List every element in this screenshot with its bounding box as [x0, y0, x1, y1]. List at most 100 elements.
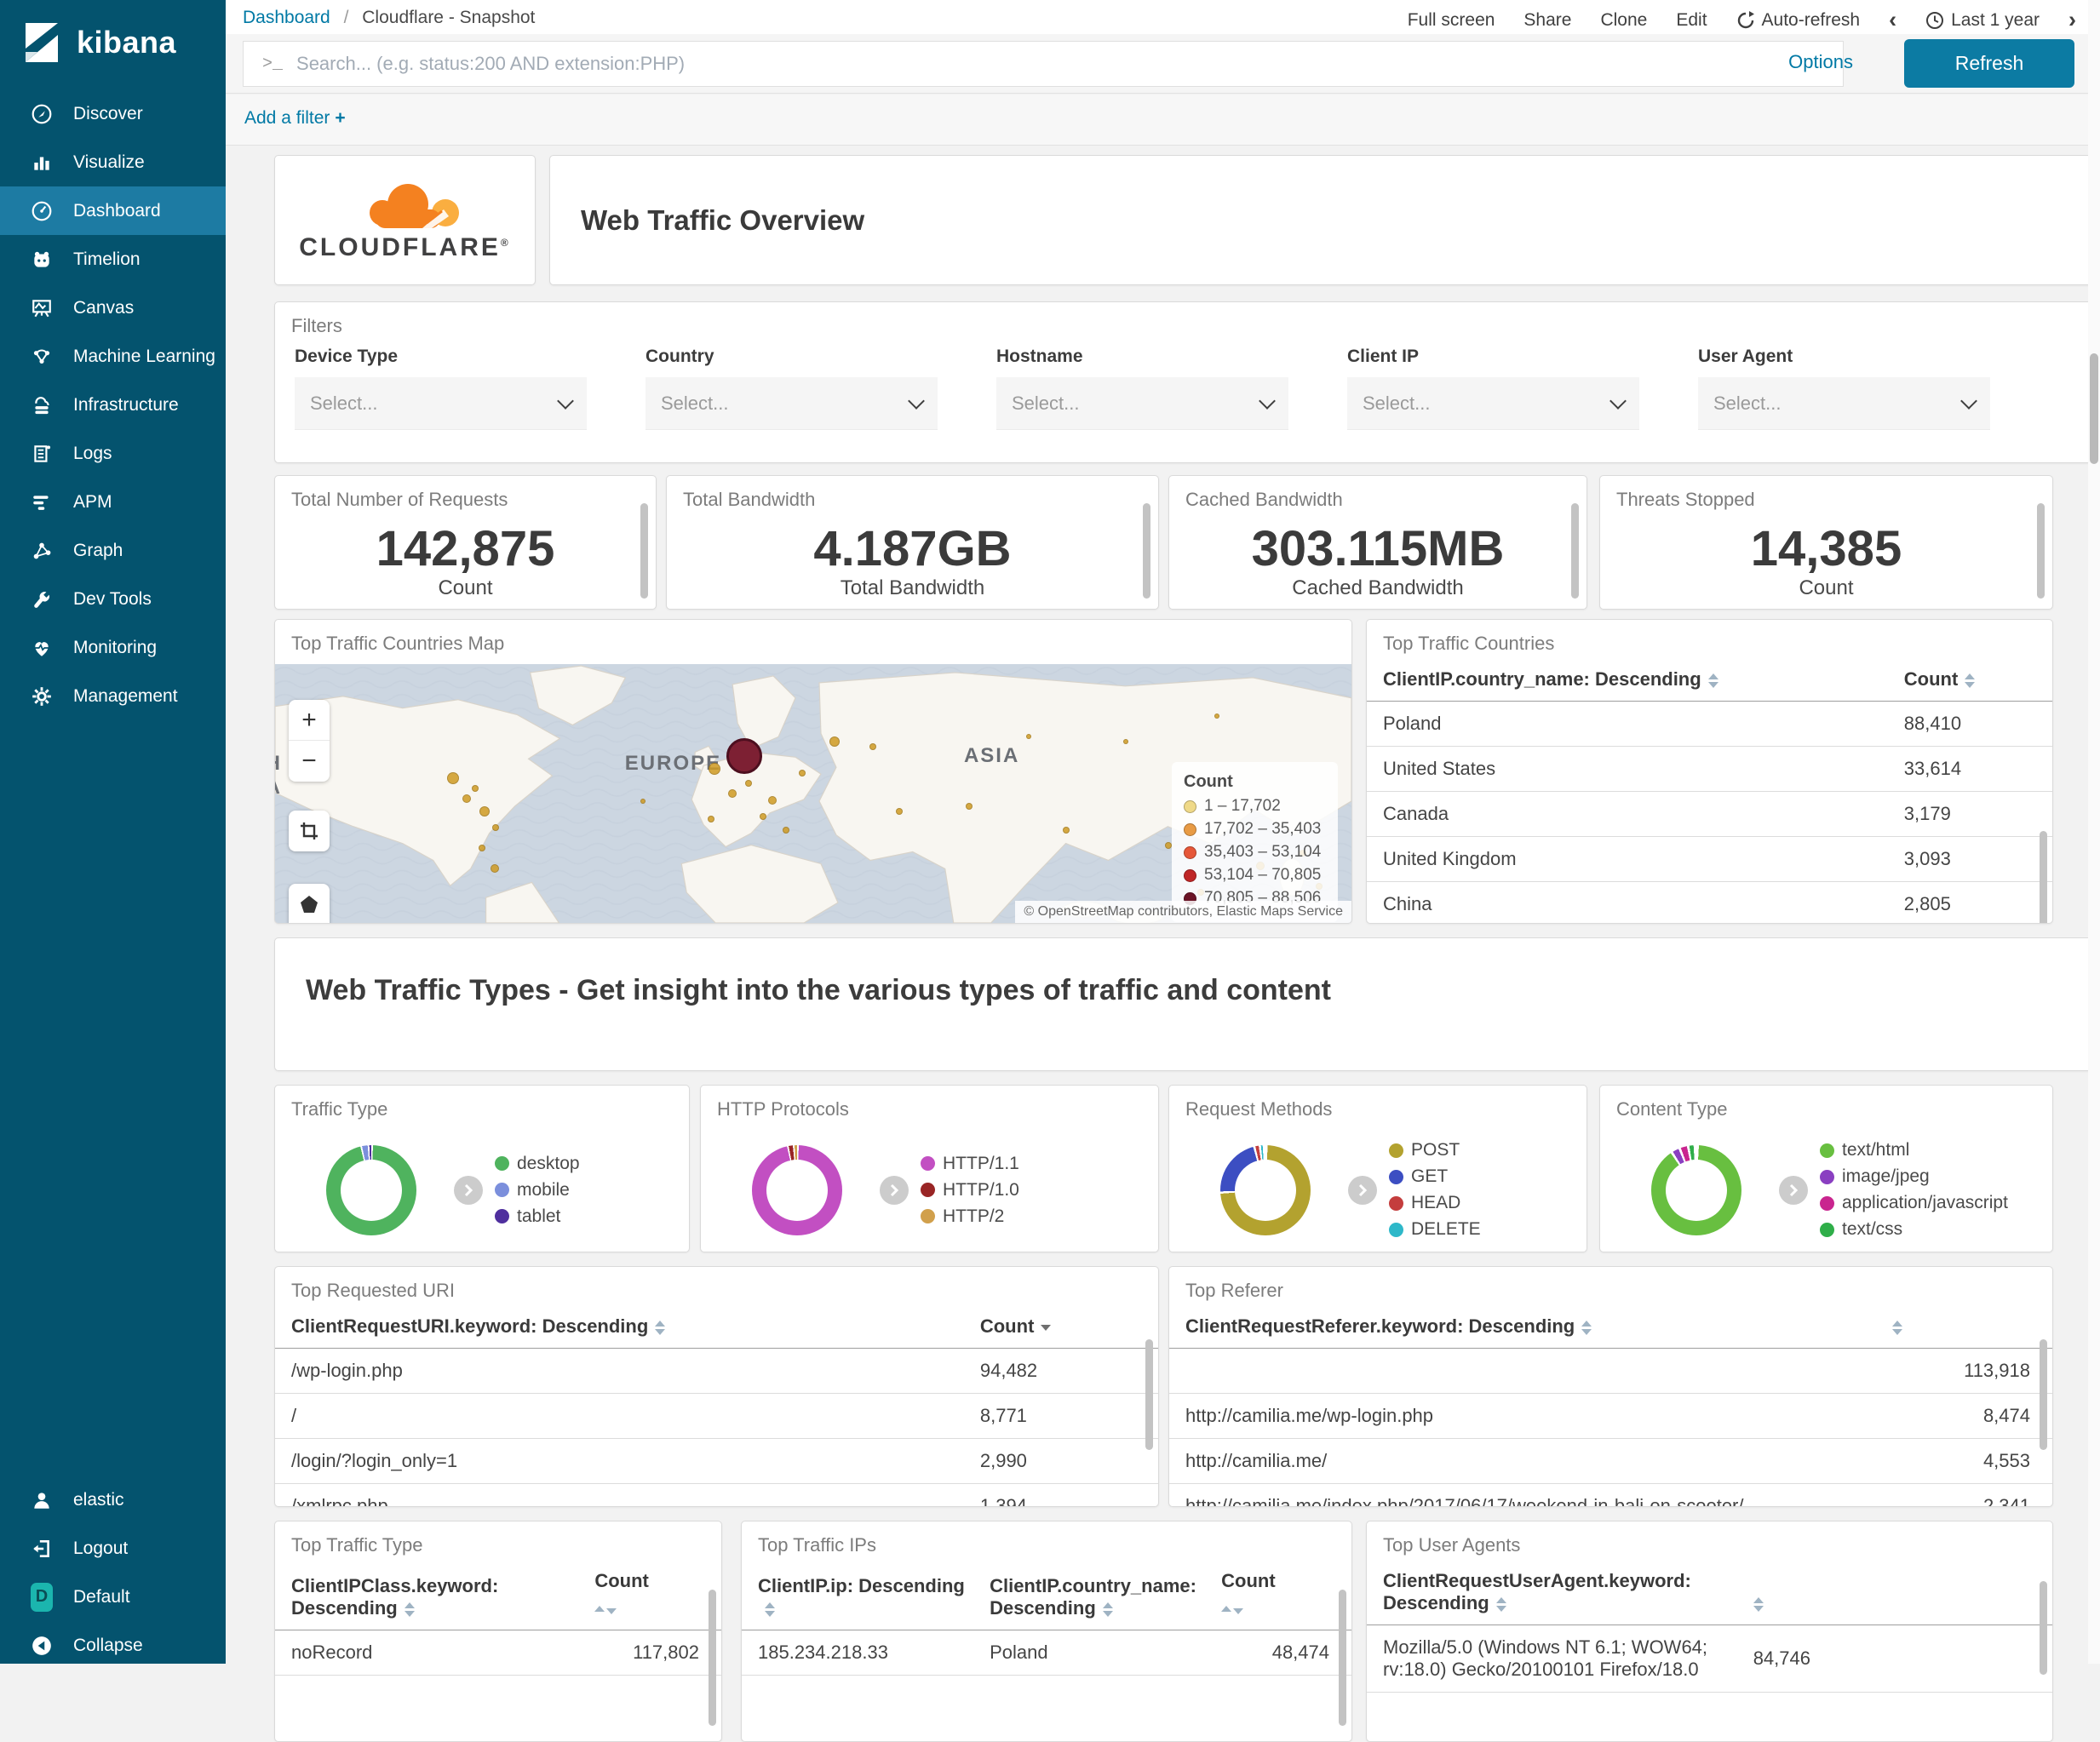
column-header-class[interactable]: ClientIPClass.keyword: Descending — [275, 1561, 579, 1630]
auto-refresh-button[interactable]: Auto-refresh — [1736, 10, 1860, 31]
content-type-donut-panel: Content Type text/html image/jpeg applicat… — [1599, 1085, 2053, 1252]
sidebar-item-discover[interactable]: Discover — [0, 89, 226, 138]
edit-button[interactable]: Edit — [1676, 10, 1707, 31]
kibana-logo[interactable]: kibana — [0, 0, 226, 85]
panel-title: Top Traffic Type — [291, 1534, 423, 1556]
legend-item[interactable]: HTTP/1.0 — [921, 1180, 1019, 1200]
map-main-circle[interactable] — [726, 737, 763, 774]
sidebar-footer-elastic[interactable]: elastic — [0, 1476, 226, 1524]
column-header-count[interactable]: Count — [1887, 660, 2052, 702]
map-fit-bounds-button[interactable] — [289, 811, 330, 851]
filter-select-user-agent[interactable]: Select... — [1698, 377, 1990, 430]
sidebar-item-dashboard[interactable]: Dashboard — [0, 186, 226, 235]
legend-item[interactable]: application/javascript — [1820, 1193, 2008, 1213]
panel-scrollbar[interactable] — [2040, 1339, 2047, 1450]
sidebar-item-dev-tools[interactable]: Dev Tools — [0, 575, 226, 623]
column-header-country[interactable]: ClientIP.country_name: Descending — [973, 1561, 1206, 1630]
sidebar-footer-default[interactable]: D Default — [0, 1573, 226, 1621]
legend-color-dot — [495, 1209, 509, 1223]
sidebar-item-graph[interactable]: Graph — [0, 526, 226, 575]
filter-select-country[interactable]: Select... — [645, 377, 938, 430]
legend-item[interactable]: image/jpeg — [1820, 1166, 2008, 1187]
legend-expand-icon[interactable] — [1779, 1175, 1808, 1205]
clone-button[interactable]: Clone — [1600, 10, 1647, 31]
world-map[interactable]: NORTH AMERICA EUROPE ASIA + − — [275, 664, 1351, 923]
panel-scrollbar[interactable] — [640, 503, 648, 599]
add-filter-link[interactable]: Add a filter + — [244, 108, 346, 129]
legend-item[interactable]: HTTP/2 — [921, 1206, 1019, 1227]
draw-polygon-button[interactable] — [289, 884, 330, 923]
column-header-referer[interactable]: ClientRequestReferer.keyword: Descending — [1169, 1307, 1876, 1349]
legend-item[interactable]: HTTP/1.1 — [921, 1154, 1019, 1174]
top-user-agents-panel: Top User Agents ClientRequestUserAgent.k… — [1366, 1521, 2053, 1742]
column-header-count[interactable] — [1736, 1561, 2052, 1625]
sidebar-item-management[interactable]: Management — [0, 672, 226, 720]
machine-learning-icon — [31, 346, 53, 368]
metric-value: 14,385 — [1750, 521, 1902, 576]
column-header-country[interactable]: ClientIP.country_name: Descending — [1367, 660, 1888, 702]
sidebar-item-apm[interactable]: APM — [0, 478, 226, 526]
legend-item[interactable]: tablet — [495, 1206, 580, 1227]
column-header-uri[interactable]: ClientRequestURI.keyword: Descending — [275, 1307, 964, 1349]
content-type-donut-chart[interactable] — [1651, 1144, 1741, 1235]
legend-item[interactable]: text/html — [1820, 1140, 2008, 1160]
time-forward-button[interactable]: › — [2068, 7, 2076, 33]
panel-scrollbar[interactable] — [1339, 1590, 1346, 1726]
traffic-type-donut-chart[interactable] — [326, 1144, 416, 1235]
page-scrollbar-thumb[interactable] — [2090, 353, 2098, 464]
map-zoom-out-button[interactable]: − — [289, 741, 330, 782]
column-header-count[interactable]: Count — [1205, 1561, 1351, 1630]
legend-item[interactable]: HEAD — [1389, 1193, 1481, 1213]
legend-expand-icon[interactable] — [454, 1175, 483, 1205]
panel-scrollbar[interactable] — [1145, 1339, 1153, 1450]
legend-item[interactable]: POST — [1389, 1140, 1481, 1160]
filter-select-device-type[interactable]: Select... — [295, 377, 587, 430]
column-header-count[interactable]: Count — [578, 1561, 721, 1630]
sidebar-footer-collapse[interactable]: Collapse — [0, 1621, 226, 1670]
overview-title-panel: Web Traffic Overview — [549, 155, 2100, 285]
map-label-asia: ASIA — [963, 744, 1020, 768]
breadcrumb-dashboard-link[interactable]: Dashboard — [243, 8, 330, 27]
sidebar-item-infrastructure[interactable]: Infrastructure — [0, 381, 226, 429]
sidebar-item-logs[interactable]: Logs — [0, 429, 226, 478]
sidebar-item-visualize[interactable]: Visualize — [0, 138, 226, 186]
panel-scrollbar[interactable] — [1143, 503, 1150, 599]
column-header-count[interactable]: Count — [963, 1307, 1158, 1349]
legend-color-dot — [921, 1156, 935, 1171]
column-header-user-agent[interactable]: ClientRequestUserAgent.keyword: Descendi… — [1367, 1561, 1737, 1625]
panel-scrollbar[interactable] — [1571, 503, 1579, 599]
map-label-europe: EUROPE — [624, 752, 722, 776]
share-button[interactable]: Share — [1523, 10, 1571, 31]
fullscreen-button[interactable]: Full screen — [1408, 10, 1495, 31]
legend-item[interactable]: DELETE — [1389, 1219, 1481, 1240]
legend-item[interactable]: desktop — [495, 1154, 580, 1174]
filter-select-client-ip[interactable]: Select... — [1347, 377, 1639, 430]
time-back-button[interactable]: ‹ — [1889, 7, 1896, 33]
legend-expand-icon[interactable] — [1348, 1175, 1377, 1205]
sidebar-item-machine-learning[interactable]: Machine Learning — [0, 332, 226, 381]
legend-item[interactable]: GET — [1389, 1166, 1481, 1187]
markdown-panel: Web Traffic Types - Get insight into the… — [274, 937, 2100, 1071]
sidebar-item-canvas[interactable]: Canvas — [0, 284, 226, 332]
column-header-ip[interactable]: ClientIP.ip: Descending — [742, 1561, 974, 1630]
sidebar-item-timelion[interactable]: Timelion — [0, 235, 226, 284]
sidebar-footer-logout[interactable]: Logout — [0, 1524, 226, 1573]
column-header-count[interactable] — [1875, 1307, 2052, 1349]
http-protocols-donut-chart[interactable] — [752, 1144, 842, 1235]
sidebar-item-monitoring[interactable]: Monitoring — [0, 623, 226, 672]
legend-expand-icon[interactable] — [880, 1175, 909, 1205]
panel-scrollbar[interactable] — [2037, 503, 2045, 599]
legend-item[interactable]: text/css — [1820, 1219, 2008, 1240]
time-picker[interactable]: Last 1 year — [1925, 10, 2040, 31]
panel-scrollbar[interactable] — [2040, 1581, 2047, 1675]
panel-scrollbar[interactable] — [2040, 831, 2047, 923]
legend-color-dot — [495, 1183, 509, 1197]
search-input[interactable] — [296, 53, 1843, 75]
map-zoom-in-button[interactable]: + — [289, 700, 330, 741]
panel-scrollbar[interactable] — [709, 1590, 716, 1726]
request-methods-donut-chart[interactable] — [1220, 1144, 1311, 1235]
filter-select-hostname[interactable]: Select... — [996, 377, 1288, 430]
options-link[interactable]: Options — [1788, 51, 1853, 73]
refresh-button[interactable]: Refresh — [1904, 39, 2074, 88]
legend-item[interactable]: mobile — [495, 1180, 580, 1200]
